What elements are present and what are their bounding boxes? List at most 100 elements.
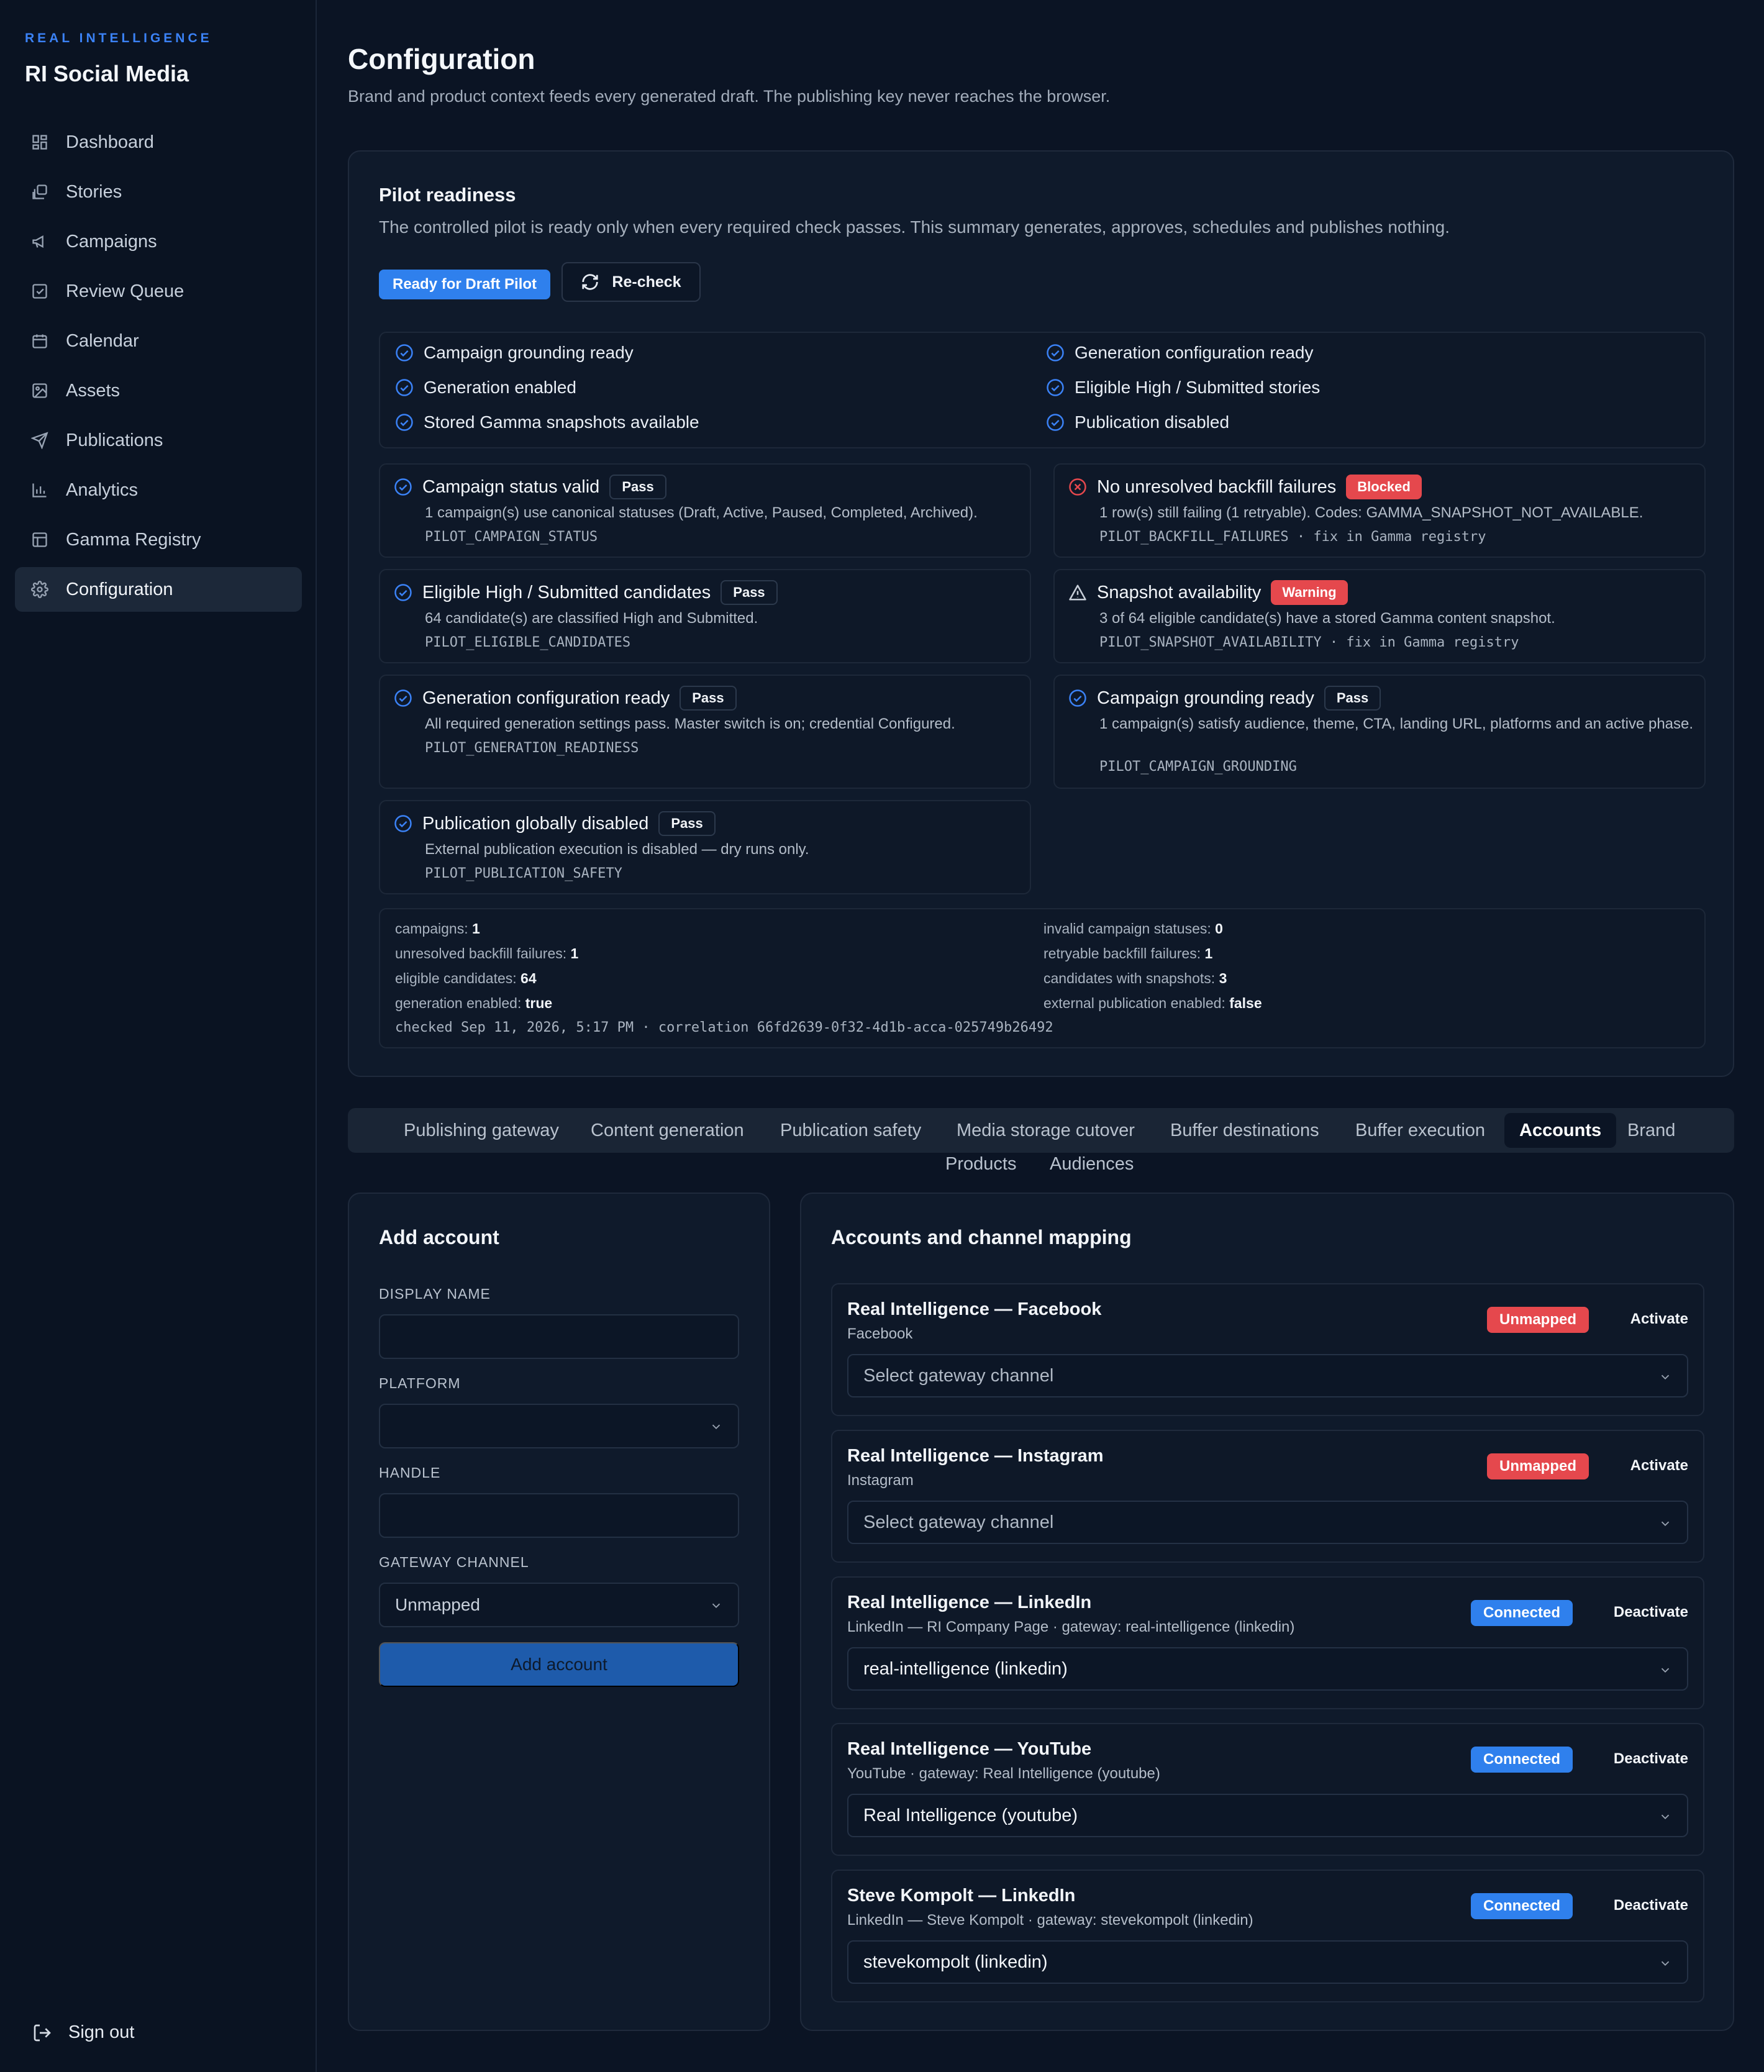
check-card: Publication globally disabled Pass Exter… [379, 800, 1031, 894]
check-description: 1 campaign(s) use canonical statuses (Dr… [425, 504, 978, 521]
summary-item: Generation enabled [395, 378, 576, 398]
chevron-down-icon [1661, 1375, 1670, 1380]
check-description: 64 candidate(s) are classified High and … [425, 610, 758, 627]
account-details: YouTube · gateway: Real Intelligence (yo… [847, 1765, 1160, 1782]
status-badge: Pass [680, 686, 737, 711]
status-badge: Pass [1324, 686, 1381, 711]
check-code: PILOT_CAMPAIGN_STATUS [425, 529, 598, 545]
tab-products[interactable]: Products [945, 1148, 1016, 1180]
check-card: Eligible High / Submitted candidates Pas… [379, 569, 1031, 663]
summary-item: Eligible High / Submitted stories [1046, 378, 1320, 398]
sidebar-item-configuration[interactable]: Configuration [15, 567, 302, 612]
page-subtitle: Brand and product context feeds every ge… [348, 87, 1111, 106]
check-circle-icon [1047, 344, 1064, 361]
dashboard-icon [30, 132, 50, 152]
gateway-channel-select[interactable]: Unmapped [379, 1583, 739, 1627]
activate-button[interactable]: Activate [1630, 1457, 1688, 1474]
add-account-title: Add account [379, 1226, 499, 1248]
chevron-down-icon [1661, 1521, 1670, 1527]
metric-row: retryable backfill failures: 1 [1043, 945, 1213, 961]
tab-publishing-gateway[interactable]: Publishing gateway [404, 1108, 559, 1153]
chevron-down-icon [712, 1603, 721, 1609]
activate-button[interactable]: Activate [1630, 1311, 1688, 1328]
check-title: Campaign grounding ready [1097, 688, 1314, 708]
brand-kicker: REAL INTELLIGENCE [25, 31, 212, 45]
sidebar-item-assets[interactable]: Assets [15, 368, 302, 413]
checked-timestamp: checked Sep 11, 2026, 5:17 PM · correlat… [395, 1020, 1053, 1035]
sidebar-item-publications[interactable]: Publications [15, 418, 302, 463]
account-name: Real Intelligence — LinkedIn [847, 1593, 1092, 1612]
app-title: RI Social Media [25, 61, 189, 86]
deactivate-button[interactable]: Deactivate [1614, 1604, 1688, 1621]
warning-icon [1069, 584, 1086, 601]
sidebar-item-stories[interactable]: Stories [15, 170, 302, 214]
tab-buffer-destinations[interactable]: Buffer destinations [1170, 1108, 1319, 1153]
metric-row: candidates with snapshots: 3 [1043, 970, 1227, 986]
handle-label: HANDLE [379, 1465, 441, 1481]
tab-content-generation[interactable]: Content generation [591, 1108, 744, 1153]
metric-row: external publication enabled: false [1043, 995, 1262, 1011]
tab-buffer-execution[interactable]: Buffer execution [1355, 1108, 1485, 1153]
gateway-channel-select[interactable]: Real Intelligence (youtube) [847, 1794, 1688, 1837]
account-name: Steve Kompolt — LinkedIn [847, 1886, 1076, 1906]
tab-accounts[interactable]: Accounts [1504, 1113, 1617, 1148]
handle-field[interactable] [379, 1493, 739, 1538]
check-card: Generation configuration ready Pass All … [379, 675, 1031, 789]
sidebar-item-gamma-registry[interactable]: Gamma Registry [15, 517, 302, 562]
tab-audiences[interactable]: Audiences [1050, 1148, 1134, 1180]
check-title: Generation configuration ready [422, 688, 670, 708]
refresh-icon [582, 274, 599, 290]
chevron-down-icon [1661, 1961, 1670, 1966]
sign-out-button[interactable]: Sign out [32, 2022, 134, 2043]
deactivate-button[interactable]: Deactivate [1614, 1750, 1688, 1768]
check-card: Campaign grounding ready Pass 1 campaign… [1053, 675, 1706, 789]
sidebar-item-analytics[interactable]: Analytics [15, 468, 302, 512]
sidebar-item-label: Assets [66, 380, 120, 401]
sidebar-item-label: Stories [66, 181, 122, 202]
display-name-field[interactable] [379, 1314, 739, 1359]
accounts-mapping-card: Accounts and channel mapping Real Intell… [800, 1193, 1734, 2031]
gateway-channel-select[interactable]: stevekompolt (linkedin) [847, 1940, 1688, 1984]
readiness-summary: Campaign grounding ready Generation enab… [379, 332, 1706, 448]
check-circle-icon [396, 344, 413, 361]
check-circle-icon [394, 478, 412, 496]
check-circle-icon [1047, 379, 1064, 396]
add-account-card: Add account DISPLAY NAME PLATFORM HANDLE… [348, 1193, 770, 2031]
account-name: Real Intelligence — Facebook [847, 1299, 1102, 1319]
tab-brand[interactable]: Brand [1627, 1108, 1675, 1153]
check-description: 1 row(s) still failing (1 retryable). Co… [1099, 504, 1644, 521]
status-badge: Connected [1470, 1893, 1573, 1919]
deactivate-button[interactable]: Deactivate [1614, 1897, 1688, 1914]
tab-media-storage-cutover[interactable]: Media storage cutover [957, 1108, 1135, 1153]
platform-select[interactable] [379, 1404, 739, 1448]
check-card: Snapshot availability Warning 3 of 64 el… [1053, 569, 1706, 663]
metric-row: generation enabled: true [395, 995, 553, 1011]
readiness-title: Pilot readiness [379, 184, 516, 206]
status-badge: Unmapped [1486, 1307, 1589, 1333]
config-tabs: Publishing gateway Content generation Pu… [348, 1108, 1734, 1153]
add-account-button[interactable]: Add account [379, 1642, 739, 1687]
sidebar-item-dashboard[interactable]: Dashboard [15, 120, 302, 165]
check-circle-icon [394, 815, 412, 832]
gateway-channel-select[interactable]: Select gateway channel [847, 1354, 1688, 1397]
sidebar-item-campaigns[interactable]: Campaigns [15, 219, 302, 264]
page-title: Configuration [348, 43, 535, 75]
check-circle-icon [396, 414, 413, 431]
tab-publication-safety[interactable]: Publication safety [780, 1108, 921, 1153]
x-circle-icon [1069, 478, 1086, 496]
check-code: PILOT_PUBLICATION_SAFETY [425, 866, 622, 881]
sidebar-item-review-queue[interactable]: Review Queue [15, 269, 302, 314]
gateway-channel-select[interactable]: Select gateway channel [847, 1501, 1688, 1544]
check-circle-icon [1047, 414, 1064, 431]
sidebar-nav: Dashboard Stories Campaigns Review Queue… [15, 120, 302, 617]
review-icon [30, 281, 50, 301]
recheck-button[interactable]: Re-check [561, 262, 701, 302]
account-details: LinkedIn — Steve Kompolt · gateway: stev… [847, 1912, 1253, 1929]
check-circle-icon [396, 379, 413, 396]
chevron-down-icon [1661, 1814, 1670, 1820]
gateway-channel-select[interactable]: real-intelligence (linkedin) [847, 1647, 1688, 1691]
account-details: LinkedIn — RI Company Page · gateway: re… [847, 1619, 1295, 1635]
summary-item: Generation configuration ready [1046, 343, 1313, 363]
check-title: Snapshot availability [1097, 582, 1262, 602]
sidebar-item-calendar[interactable]: Calendar [15, 319, 302, 363]
